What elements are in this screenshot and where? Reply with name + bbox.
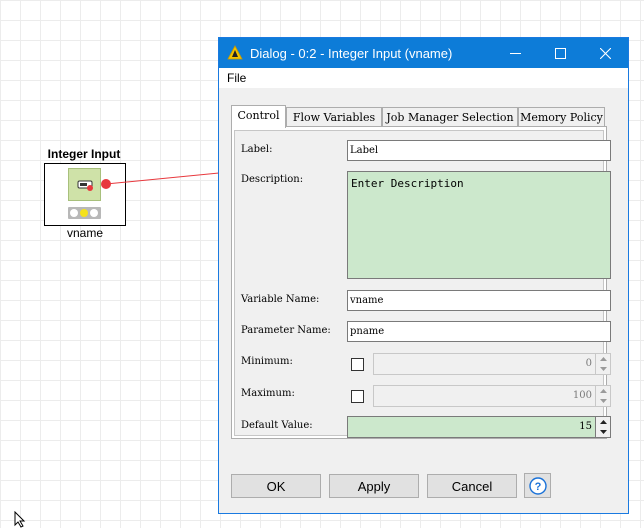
svg-text:?: ? — [534, 481, 541, 493]
minimum-value: 0 — [585, 358, 592, 369]
control-settings-panel: Label: Label Description: Enter Descript… — [234, 130, 611, 438]
connection-line — [106, 172, 219, 185]
tab-memory-policy[interactable]: Memory Policy — [518, 107, 605, 127]
status-light-yellow — [80, 209, 88, 217]
parameter-name-input[interactable]: pname — [347, 321, 611, 342]
ok-button[interactable]: OK — [231, 474, 321, 498]
dialog-titlebar[interactable]: Dialog - 0:2 - Integer Input (vname) — [219, 38, 628, 68]
control-tab-panel: Label: Label Description: Enter Descript… — [231, 126, 611, 439]
default-value-decrement[interactable] — [596, 427, 610, 437]
spin-up-icon — [599, 357, 607, 361]
cancel-button[interactable]: Cancel — [427, 474, 517, 498]
node-dialog-window[interactable]: Dialog - 0:2 - Integer Input (vname) Fil… — [218, 37, 629, 514]
default-value-increment[interactable] — [596, 417, 610, 427]
spin-down-icon — [599, 430, 607, 434]
default-value-field-label: Default Value: — [241, 420, 313, 431]
menu-file[interactable]: File — [227, 71, 246, 85]
description-field-label: Description: — [241, 174, 304, 185]
minimum-spin-buttons — [595, 354, 610, 374]
minimize-button[interactable] — [493, 38, 538, 68]
status-light-red — [70, 209, 78, 217]
maximum-spinner[interactable]: 100 — [373, 385, 611, 407]
node-status-traffic-light — [68, 207, 101, 219]
default-value-spinner[interactable]: 15 — [347, 416, 611, 438]
maximum-field-label: Maximum: — [241, 388, 295, 399]
mouse-cursor-icon — [14, 511, 26, 528]
spin-down-icon — [599, 367, 607, 371]
spin-down-icon — [599, 399, 607, 403]
minimum-field-label: Minimum: — [241, 356, 293, 367]
minimum-increment[interactable] — [596, 354, 610, 364]
dialog-title: Dialog - 0:2 - Integer Input (vname) — [250, 46, 453, 61]
default-value-spin-buttons — [595, 417, 610, 437]
question-icon: ? — [528, 476, 547, 495]
minimum-spinner[interactable]: 0 — [373, 353, 611, 375]
maximize-icon — [555, 47, 566, 59]
label-input[interactable]: Label — [347, 140, 611, 161]
close-button[interactable] — [583, 38, 628, 68]
maximum-checkbox[interactable] — [351, 390, 364, 403]
minimize-icon — [510, 52, 521, 54]
menu-bar: File — [219, 68, 628, 88]
apply-button[interactable]: Apply — [329, 474, 419, 498]
spin-up-icon — [599, 389, 607, 393]
tab-job-manager-selection[interactable]: Job Manager Selection — [382, 107, 518, 127]
help-button[interactable]: ? — [524, 473, 551, 498]
default-value: 15 — [579, 421, 592, 432]
tab-control[interactable]: Control — [231, 105, 286, 128]
minimum-checkbox[interactable] — [351, 358, 364, 371]
variable-name-input[interactable]: vname — [347, 290, 611, 311]
description-textarea[interactable]: Enter Description — [347, 171, 611, 279]
minimum-decrement[interactable] — [596, 364, 610, 374]
node-title: Integer Input — [47, 147, 121, 161]
output-port[interactable] — [101, 179, 111, 189]
parameter-name-field-label: Parameter Name: — [241, 325, 331, 336]
tab-flow-variables[interactable]: Flow Variables — [286, 107, 382, 127]
label-field-label: Label: — [241, 144, 273, 155]
maximum-spin-buttons — [595, 386, 610, 406]
maximum-value: 100 — [572, 390, 592, 401]
close-icon — [600, 47, 611, 59]
knime-warning-icon — [227, 45, 243, 60]
node-label[interactable]: vname — [44, 226, 126, 240]
variable-name-field-label: Variable Name: — [241, 294, 320, 305]
maximize-button[interactable] — [538, 38, 583, 68]
maximum-decrement[interactable] — [596, 396, 610, 406]
status-light-green — [90, 209, 98, 217]
integer-input-icon — [68, 168, 101, 201]
spin-up-icon — [599, 420, 607, 424]
maximum-increment[interactable] — [596, 386, 610, 396]
